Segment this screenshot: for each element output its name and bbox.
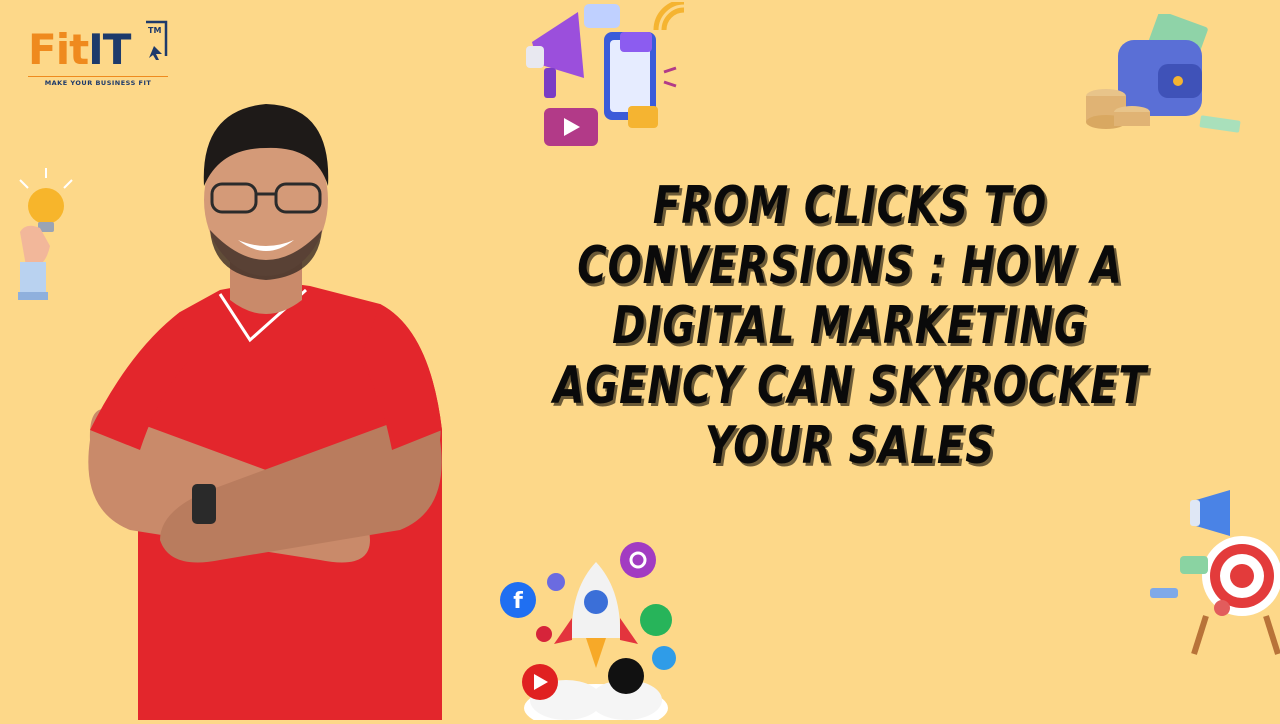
headline-line: FROM CLICKS TO [652,176,1048,236]
headline-line: AGENCY CAN SKYROCKET [553,356,1147,416]
headline-line: CONVERSIONS : HOW A [577,236,1123,296]
headline-line: YOUR SALES [704,416,996,476]
logo-cursor-icon [146,20,168,60]
logo-wordmark: FitIT [28,25,131,74]
presenter-photo [70,90,460,720]
headline: FROM CLICKS TO CONVERSIONS : HOW A DIGIT… [549,176,1151,476]
logo-tagline: MAKE YOUR BUSINESS FIT [28,76,168,87]
target-megaphone-icon [1146,490,1280,660]
brand-logo: FitIT TM MAKE YOUR BUSINESS FIT [24,18,174,90]
headline-line: DIGITAL MARKETING [612,296,1088,356]
svg-text:f: f [513,589,523,614]
wallet-coins-icon [1082,14,1247,136]
rocket-social-icon: f [496,540,686,720]
megaphone-phone-icon [522,2,697,150]
